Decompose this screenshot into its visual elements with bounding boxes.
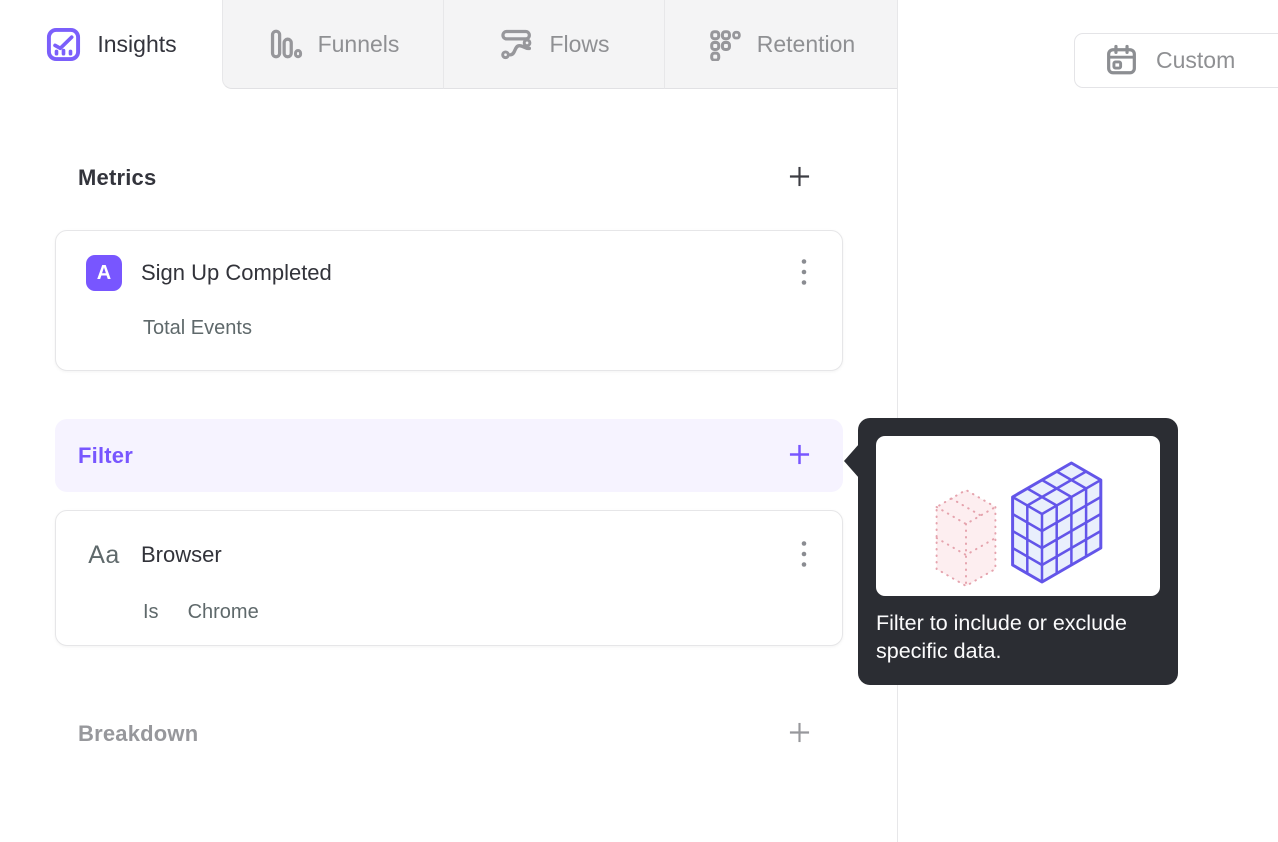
- kebab-menu-icon: [800, 257, 808, 290]
- tab-insights[interactable]: Insights: [0, 0, 222, 89]
- line-chart-icon: [45, 27, 82, 62]
- add-filter-button[interactable]: [785, 442, 813, 470]
- wave-flow-icon: [498, 27, 534, 61]
- filter-heading: Filter: [78, 442, 133, 468]
- plus-icon: [786, 719, 813, 749]
- add-metric-button[interactable]: [785, 164, 813, 192]
- tab-label: Funnels: [317, 30, 400, 57]
- breakdown-section-header: Breakdown: [55, 716, 843, 752]
- tab-label: Flows: [549, 30, 610, 57]
- filter-operator[interactable]: Is: [143, 601, 159, 624]
- add-breakdown-button[interactable]: [785, 720, 813, 748]
- tooltip-arrow-icon: [844, 444, 859, 478]
- metric-card[interactable]: A Sign Up Completed Total Events: [55, 230, 843, 371]
- dot-grid-icon: [707, 28, 742, 61]
- bar-funnel-icon: [267, 27, 303, 61]
- tab-retention[interactable]: Retention: [664, 0, 897, 89]
- date-range-custom-button[interactable]: Custom: [1074, 33, 1278, 88]
- tab-funnels[interactable]: Funnels: [222, 0, 443, 89]
- kebab-menu-icon: [800, 539, 808, 572]
- report-type-tabs: Insights Funnels Flows Retention: [0, 0, 897, 89]
- date-range-label: Custom: [1156, 47, 1236, 73]
- tab-flows[interactable]: Flows: [443, 0, 664, 89]
- isometric-cube-grid-icon: [935, 461, 1103, 588]
- metric-menu-button[interactable]: [798, 255, 810, 292]
- metrics-section-header: Metrics: [55, 160, 843, 196]
- filter-value[interactable]: Chrome: [188, 601, 259, 624]
- calendar-icon: [1104, 43, 1139, 78]
- filter-tooltip: Filter to include or exclude specific da…: [844, 418, 1178, 685]
- metric-badge: A: [86, 255, 122, 291]
- filter-property-name: Browser: [141, 542, 222, 567]
- tab-label: Retention: [756, 30, 856, 57]
- filter-menu-button[interactable]: [798, 537, 810, 574]
- metric-aggregation[interactable]: Total Events: [143, 317, 252, 340]
- insights-report-builder: Insights Funnels Flows Retention Custom …: [0, 0, 1278, 842]
- filter-section-row[interactable]: Filter: [55, 419, 843, 492]
- tooltip-illustration: [876, 436, 1160, 596]
- filter-card[interactable]: Aa Browser Is Chrome: [55, 510, 843, 646]
- text-property-type-icon: Aa: [88, 540, 120, 569]
- plus-icon: [786, 163, 813, 193]
- tab-label: Insights: [97, 31, 177, 57]
- metrics-heading: Metrics: [78, 165, 157, 190]
- plus-icon: [786, 441, 813, 471]
- metric-event-name: Sign Up Completed: [141, 260, 332, 285]
- breakdown-heading: Breakdown: [78, 721, 199, 746]
- tooltip-text: Filter to include or exclude specific da…: [876, 611, 1127, 663]
